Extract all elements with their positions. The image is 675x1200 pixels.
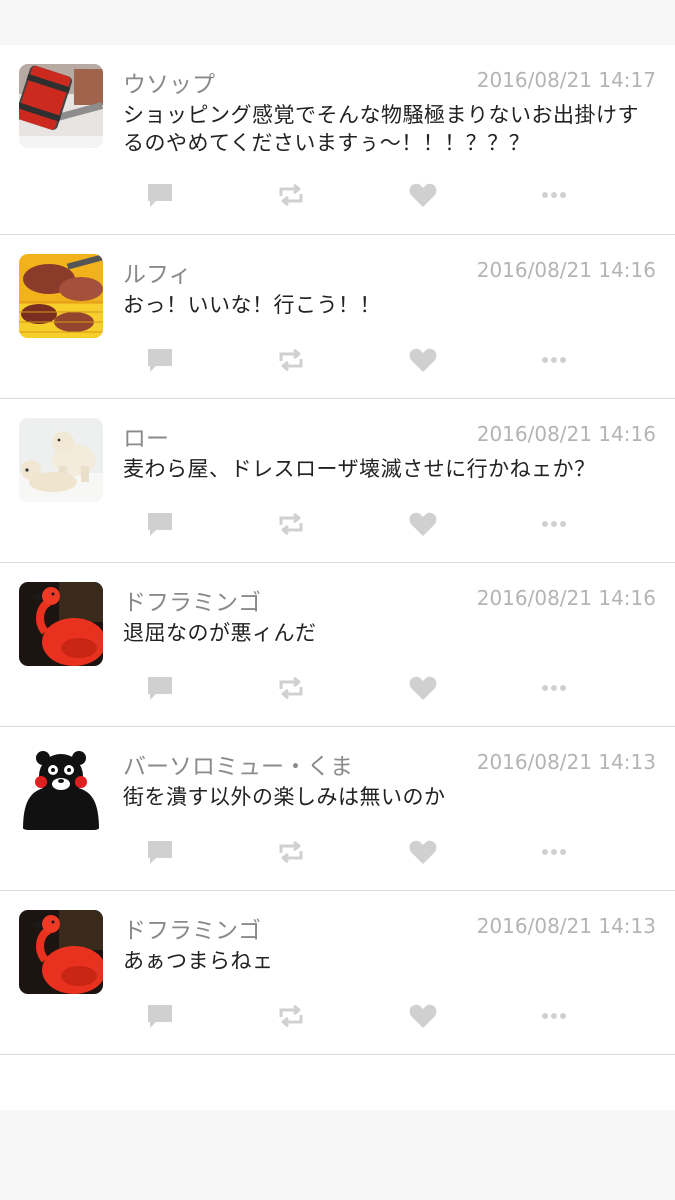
- comment-icon[interactable]: [145, 837, 175, 867]
- app-screen: ウソップ 2016/08/21 14:17 ショッピング感覚でそんな物騒極まりな…: [0, 0, 675, 1200]
- heart-icon[interactable]: [408, 180, 438, 210]
- post-message: あぁつまらねェ: [123, 949, 274, 973]
- more-icon[interactable]: [539, 509, 569, 539]
- timestamp: 2016/08/21 14:13: [476, 914, 656, 938]
- comment-icon[interactable]: [145, 673, 175, 703]
- post: ドフラミンゴ 2016/08/21 14:16 退屈なのが悪ィんだ: [0, 563, 675, 727]
- more-icon[interactable]: [539, 673, 569, 703]
- repost-icon[interactable]: [276, 1001, 306, 1031]
- heart-icon[interactable]: [408, 837, 438, 867]
- username[interactable]: ロー: [123, 419, 169, 453]
- heart-icon[interactable]: [408, 509, 438, 539]
- post: ルフィ 2016/08/21 14:16 おっ！いいな！行こう！！: [0, 235, 675, 399]
- polar-bear-avatar[interactable]: [19, 418, 103, 502]
- repost-icon[interactable]: [276, 837, 306, 867]
- flamingo-avatar[interactable]: [19, 582, 103, 666]
- comment-icon[interactable]: [145, 180, 175, 210]
- post-message: ショッピング感覚でそんな物騒極まりないお出掛けするのやめてくださいますぅ〜！！！…: [123, 103, 639, 155]
- comment-icon[interactable]: [145, 345, 175, 375]
- post: ウソップ 2016/08/21 14:17 ショッピング感覚でそんな物騒極まりな…: [0, 45, 675, 235]
- post: バーソロミュー・くま 2016/08/21 14:13 街を潰す以外の楽しみは無…: [0, 727, 675, 891]
- repost-icon[interactable]: [276, 509, 306, 539]
- flamingo-avatar[interactable]: [19, 910, 103, 994]
- grilled-meat-avatar[interactable]: [19, 254, 103, 338]
- username[interactable]: ウソップ: [123, 65, 215, 99]
- timestamp: 2016/08/21 14:16: [476, 586, 656, 610]
- username[interactable]: ドフラミンゴ: [123, 583, 261, 617]
- timestamp: 2016/08/21 14:13: [476, 750, 656, 774]
- more-icon[interactable]: [539, 345, 569, 375]
- comment-icon[interactable]: [145, 509, 175, 539]
- heart-icon[interactable]: [408, 673, 438, 703]
- more-icon[interactable]: [539, 180, 569, 210]
- repost-icon[interactable]: [276, 180, 306, 210]
- more-icon[interactable]: [539, 1001, 569, 1031]
- comment-icon[interactable]: [145, 1001, 175, 1031]
- username[interactable]: バーソロミュー・くま: [123, 747, 353, 781]
- post-message: 麦わら屋、ドレスローザ壊滅させに行かねェか？: [123, 457, 596, 481]
- hammer-avatar[interactable]: [19, 64, 103, 148]
- post-message: おっ！いいな！行こう！！: [123, 293, 381, 317]
- timestamp: 2016/08/21 14:17: [476, 68, 656, 92]
- post: ロー 2016/08/21 14:16 麦わら屋、ドレスローザ壊滅させに行かねェ…: [0, 399, 675, 563]
- repost-icon[interactable]: [276, 673, 306, 703]
- username[interactable]: ルフィ: [123, 255, 192, 289]
- timestamp: 2016/08/21 14:16: [476, 422, 656, 446]
- repost-icon[interactable]: [276, 345, 306, 375]
- timeline: ウソップ 2016/08/21 14:17 ショッピング感覚でそんな物騒極まりな…: [0, 45, 675, 1110]
- timestamp: 2016/08/21 14:16: [476, 258, 656, 282]
- username[interactable]: ドフラミンゴ: [123, 911, 261, 945]
- heart-icon[interactable]: [408, 345, 438, 375]
- post: ドフラミンゴ 2016/08/21 14:13 あぁつまらねェ: [0, 891, 675, 1055]
- heart-icon[interactable]: [408, 1001, 438, 1031]
- post-message: 街を潰す以外の楽しみは無いのか: [123, 785, 446, 809]
- kumamon-bear-avatar[interactable]: [19, 746, 103, 830]
- more-icon[interactable]: [539, 837, 569, 867]
- post-message: 退屈なのが悪ィんだ: [123, 621, 317, 645]
